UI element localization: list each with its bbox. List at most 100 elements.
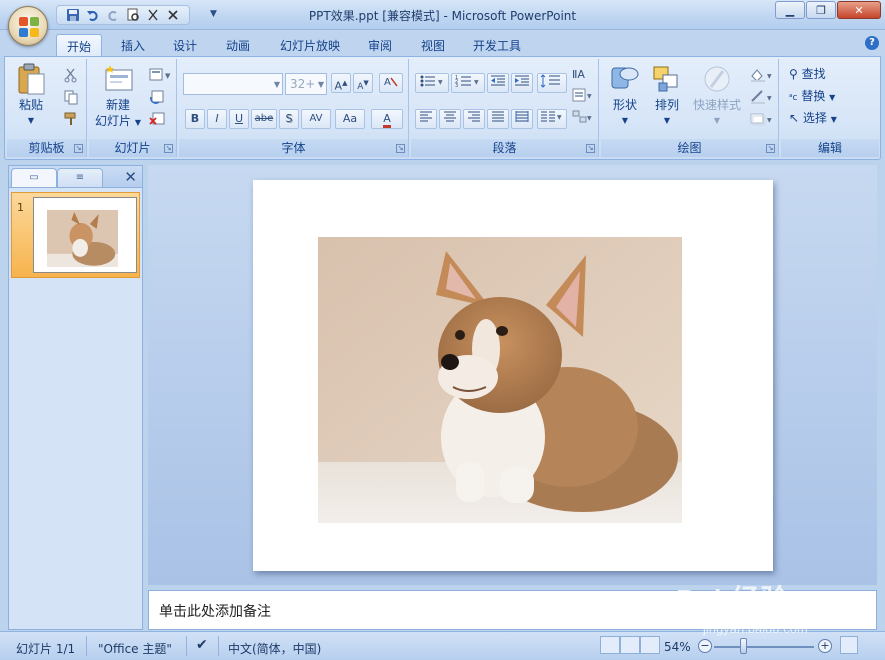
corgi-puppy-photo[interactable] — [318, 237, 682, 523]
drawing-launcher-icon[interactable]: ↘ — [766, 144, 775, 153]
editing-group: ⚲ 查找 ᵃc 替换 ▼ ↖ 选择 ▼ 编辑 — [781, 59, 879, 157]
font-color-button[interactable]: A — [371, 109, 403, 129]
reset-slide-icon[interactable] — [149, 89, 165, 105]
convert-smartart-icon[interactable]: ▼ — [571, 109, 595, 125]
select-button[interactable]: ↖ 选择 ▼ — [789, 109, 837, 126]
cut-icon[interactable] — [63, 67, 79, 83]
find-label: 查找 — [801, 67, 826, 81]
shrink-font-icon[interactable]: A▼ — [353, 73, 373, 93]
normal-view-icon[interactable] — [600, 636, 620, 654]
slide-editing-area — [148, 165, 877, 585]
minimize-button[interactable]: ▁ — [775, 1, 805, 19]
slideshow-view-icon[interactable] — [640, 636, 660, 654]
copy-icon[interactable] — [63, 89, 79, 105]
new-slide-button[interactable]: 新建 幻灯片 ▼ — [93, 63, 143, 131]
tab-animations[interactable]: 动画 — [217, 34, 259, 56]
zoom-slider-thumb[interactable] — [740, 638, 747, 654]
font-launcher-icon[interactable]: ↘ — [396, 144, 405, 153]
language-indicator[interactable]: 中文(简体，中国) — [228, 640, 321, 657]
tab-insert[interactable]: 插入 — [112, 34, 154, 56]
format-painter-icon[interactable] — [63, 111, 79, 127]
align-center-icon[interactable] — [439, 109, 461, 129]
find-icon: ⚲ — [789, 67, 798, 81]
italic-button[interactable]: I — [207, 109, 227, 129]
shadow-button[interactable]: S — [279, 109, 299, 129]
zoom-out-icon[interactable]: − — [698, 639, 712, 653]
arrange-button[interactable]: 排列 ▼ — [647, 63, 687, 129]
select-label: 选择 — [802, 111, 827, 125]
align-right-icon[interactable] — [463, 109, 485, 129]
slide-thumbnail-1[interactable]: 1 — [11, 192, 140, 278]
font-size-input[interactable]: 32+ ▼ — [285, 73, 327, 95]
notes-placeholder: 单击此处添加备注 — [159, 604, 271, 620]
quick-styles-label: 快速样式 — [692, 98, 741, 112]
layout-icon[interactable]: ▼ — [149, 67, 171, 83]
align-text-icon[interactable]: ▼ — [571, 87, 595, 103]
zoom-level[interactable]: 54% — [664, 640, 691, 654]
bullets-icon[interactable]: ▼ — [415, 73, 449, 93]
paste-button[interactable]: 粘贴 ▼ — [13, 63, 49, 129]
paragraph-launcher-icon[interactable]: ↘ — [586, 144, 595, 153]
clear-formatting-icon[interactable]: A — [379, 73, 403, 93]
thumbnail-dog-photo — [47, 210, 118, 267]
help-icon[interactable]: ? — [865, 36, 879, 50]
find-button[interactable]: ⚲ 查找 — [789, 65, 826, 82]
shapes-button[interactable]: 形状 ▼ — [605, 63, 645, 129]
slide-canvas[interactable] — [253, 180, 773, 571]
strikethrough-button[interactable]: abe — [251, 109, 277, 129]
tab-developer[interactable]: 开发工具 — [466, 34, 528, 56]
shape-outline-icon[interactable]: ▼ — [749, 89, 775, 105]
slide-sorter-view-icon[interactable] — [620, 636, 640, 654]
new-slide-icon — [102, 63, 134, 95]
font-name-input[interactable]: ▼ — [183, 73, 283, 95]
title-bar: ▼ PPT效果.ppt [兼容模式] - Microsoft PowerPoin… — [0, 0, 885, 30]
tab-review[interactable]: 审阅 — [359, 34, 401, 56]
slide-thumbnail-preview — [33, 197, 137, 273]
grow-font-icon[interactable]: A▲ — [331, 73, 351, 93]
window-title: PPT效果.ppt [兼容模式] - Microsoft PowerPoint — [308, 9, 577, 23]
increase-indent-icon[interactable] — [511, 73, 533, 93]
justify-icon[interactable] — [487, 109, 509, 129]
shape-fill-icon[interactable]: ▼ — [749, 67, 775, 83]
paragraph-group: ▼ 1 2 3 ▼ ⅡA ▼ ▼ ▼ 段落 ↘ — [411, 59, 599, 157]
restore-button[interactable]: ❐ — [806, 1, 836, 19]
align-left-icon[interactable] — [415, 109, 437, 129]
slides-tab[interactable]: ▭ — [11, 168, 57, 187]
bold-button[interactable]: B — [185, 109, 205, 129]
line-spacing-icon[interactable] — [537, 73, 567, 93]
decrease-indent-icon[interactable] — [487, 73, 509, 93]
drawing-group: 形状 ▼ 排列 ▼ 快速样式 ▼ ▼ ▼ ▼ 绘图 ↘ — [601, 59, 779, 157]
office-button[interactable] — [8, 6, 48, 46]
editing-group-label: 编辑 — [781, 139, 879, 157]
tab-view[interactable]: 视图 — [412, 34, 454, 56]
spell-check-icon[interactable]: ✔ — [196, 637, 208, 653]
shape-effects-icon[interactable]: ▼ — [749, 111, 775, 127]
zoom-in-icon[interactable]: + — [818, 639, 832, 653]
change-case-button[interactable]: Aa — [335, 109, 365, 129]
replace-button[interactable]: ᵃc 替换 ▼ — [789, 87, 835, 104]
slides-launcher-icon[interactable]: ↘ — [164, 144, 173, 153]
paste-dropdown-icon: ▼ — [27, 116, 35, 125]
outline-tab[interactable]: ≡ — [57, 168, 103, 187]
tab-slideshow[interactable]: 幻灯片放映 — [272, 34, 348, 56]
quick-styles-button[interactable]: 快速样式 ▼ — [689, 63, 745, 129]
tab-home[interactable]: 开始 — [56, 34, 102, 56]
status-divider — [218, 636, 219, 656]
slides-outline-pane: ▭ ≡ ✕ 1 — [8, 165, 143, 630]
columns-icon[interactable]: ▼ — [537, 109, 567, 129]
text-direction-icon[interactable]: ⅡA — [571, 65, 595, 81]
underline-button[interactable]: U — [229, 109, 249, 129]
close-button[interactable]: ✕ — [837, 1, 881, 19]
delete-slide-icon[interactable] — [149, 111, 165, 127]
distributed-icon[interactable] — [511, 109, 533, 129]
character-spacing-button[interactable]: AV — [301, 109, 331, 129]
font-group: ▼ 32+ ▼ A▲ A▼ A B I U abe S AV Aa A 字体 ↘ — [179, 59, 409, 157]
replace-label: 替换 — [801, 89, 826, 103]
fit-to-window-icon[interactable] — [840, 636, 858, 654]
numbering-icon[interactable]: 1 2 3 ▼ — [451, 73, 485, 93]
close-pane-icon[interactable]: ✕ — [124, 168, 137, 186]
tab-design[interactable]: 设计 — [164, 34, 206, 56]
clipboard-launcher-icon[interactable]: ↘ — [74, 144, 83, 153]
ribbon: 粘贴 ▼ 剪贴板 ↘ 新建 幻灯片 ▼ ▼ 幻灯片 ↘ ▼ 32+ ▼ A▲ A… — [4, 56, 881, 160]
zoom-slider-track[interactable] — [714, 646, 814, 648]
